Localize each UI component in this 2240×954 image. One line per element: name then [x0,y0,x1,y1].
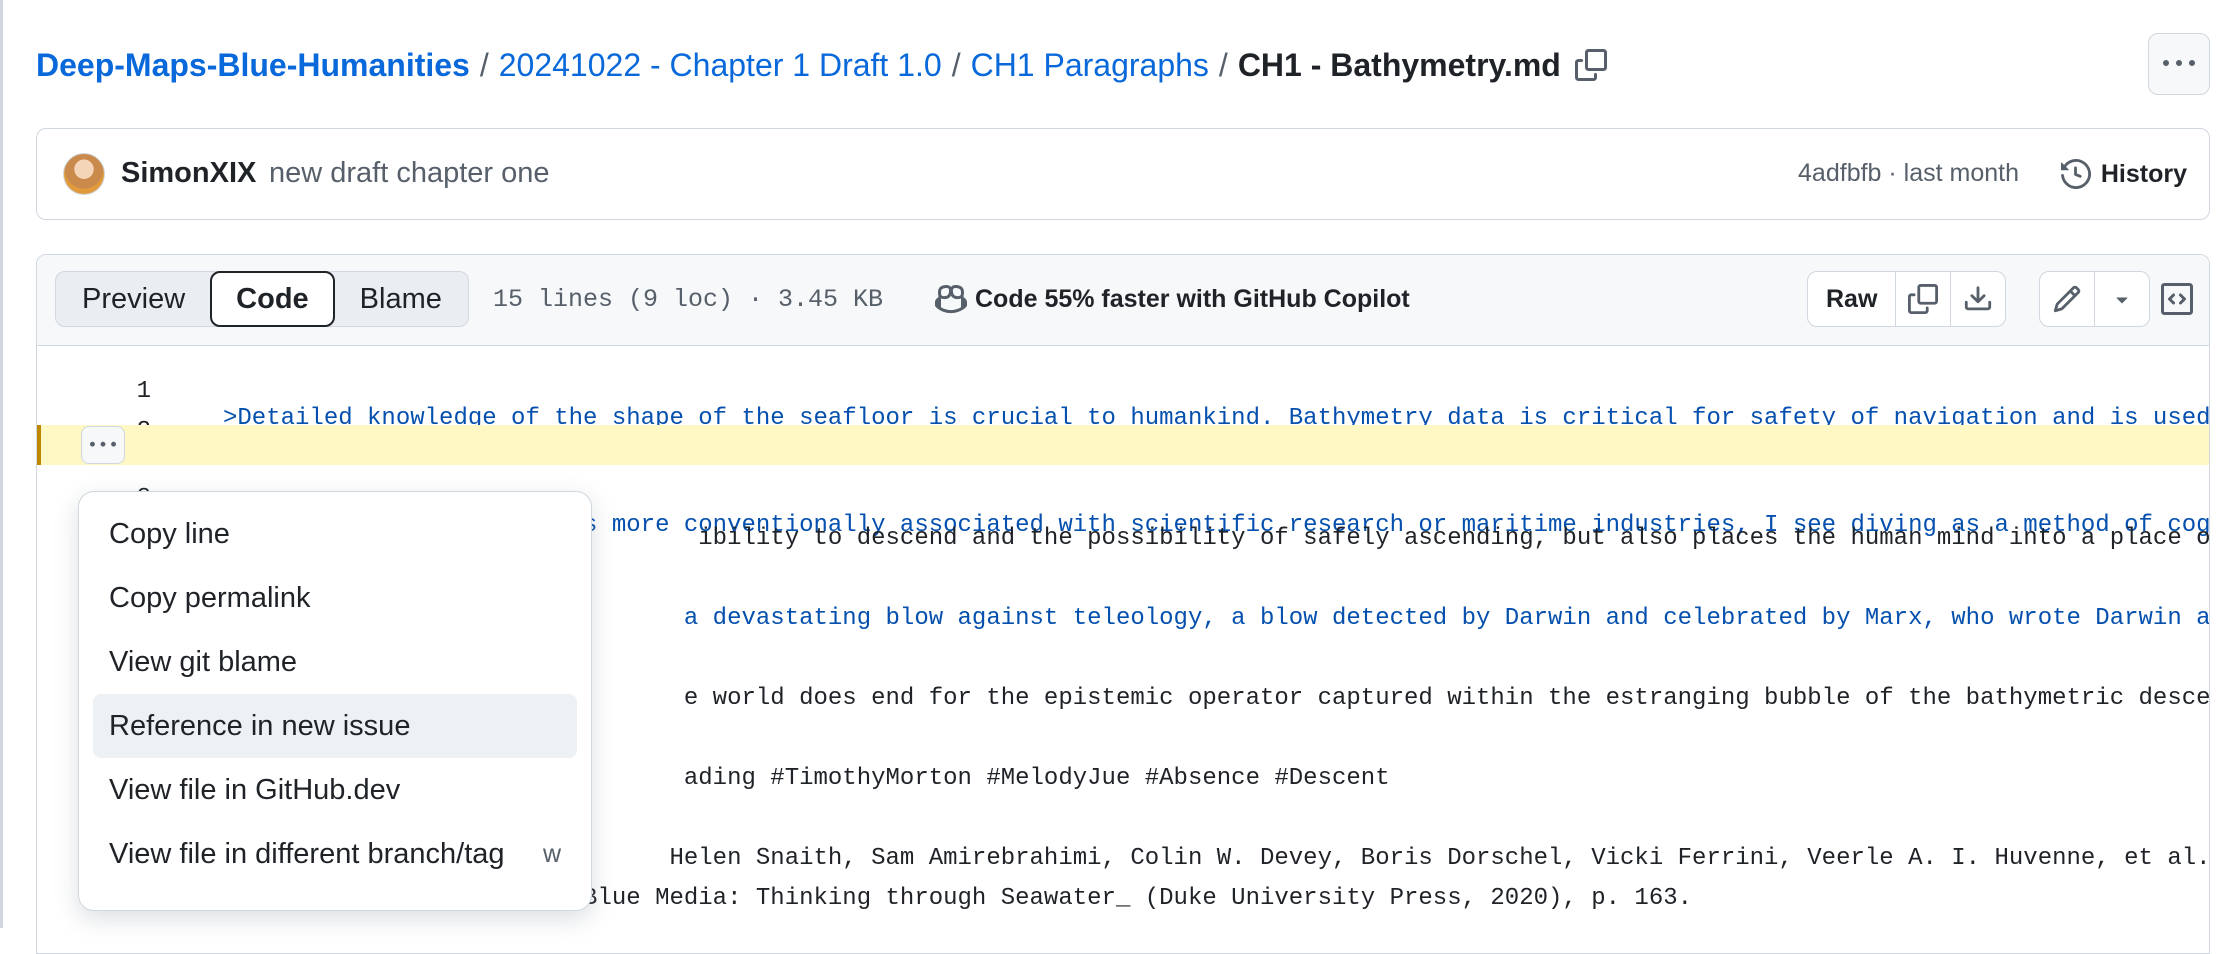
more-options-button[interactable] [2148,33,2210,95]
view-mode-segmented-control: Preview Code Blame [55,271,469,327]
history-label: History [2100,159,2187,188]
file-stats: 15 lines (9 loc) · 3.45 KB [493,285,884,314]
menu-item-label: Reference in new issue [109,709,411,742]
menu-item-reference-in-new-issue[interactable]: Reference in new issue [93,694,577,758]
menu-item-copy-permalink[interactable]: Copy permalink [93,566,577,630]
kebab-horizontal-icon [90,441,116,447]
code-line: 2 [37,385,2209,445]
triangle-down-icon [2116,297,2128,304]
copy-raw-button[interactable] [1896,272,1952,326]
file-header: Preview Code Blame 15 lines (9 loc) · 3.… [37,255,2209,346]
breadcrumb-repo-link[interactable]: Deep-Maps-Blue-Humanities [36,47,470,84]
menu-item-label: View file in different branch/tag [109,837,505,870]
breadcrumb-separator: / [1218,46,1228,83]
commit-message-link[interactable]: new draft chapter one [269,157,550,190]
code-line-highlighted: 3 > Although scuba diving is more conven… [37,425,2209,539]
breadcrumb-folder-paragraphs-link[interactable]: CH1 Paragraphs [971,47,1209,84]
breadcrumb-current-file: CH1 - Bathymetry.md [1237,46,1561,83]
menu-item-view-in-different-branch[interactable]: View file in different branch/tag w [93,822,577,886]
menu-item-label: Copy permalink [109,581,311,614]
breadcrumb-separator: / [951,46,961,83]
line-context-menu: Copy line Copy permalink View git blame … [78,491,592,911]
breadcrumb-folder-chapter-link[interactable]: 20241022 - Chapter 1 Draft 1.0 [499,47,942,84]
window-left-border [0,0,3,928]
copilot-icon [935,284,967,314]
menu-item-view-in-github-dev[interactable]: View file in GitHub.dev [93,758,577,822]
code-square-icon [2161,283,2193,315]
tab-code[interactable]: Code [210,271,335,327]
copy-path-button[interactable] [1573,47,1609,83]
tab-preview[interactable]: Preview [56,272,211,326]
history-icon [2060,159,2091,189]
download-icon [1965,286,1992,311]
menu-item-label: View git blame [109,645,298,678]
breadcrumb: Deep-Maps-Blue-Humanities / 20241022 - C… [36,40,1609,90]
copy-icon [1574,49,1607,81]
avatar[interactable] [63,153,105,195]
kebab-horizontal-icon [2163,60,2195,66]
menu-item-shortcut: w [542,839,561,868]
copilot-promo-link[interactable]: Code 55% faster with GitHub Copilot [935,283,1410,315]
copy-icon [1908,284,1939,314]
raw-actions-group: Raw [1807,271,2007,327]
edit-actions-group [2039,271,2150,327]
menu-item-copy-line[interactable]: Copy line [93,502,577,566]
menu-item-label: Copy line [109,517,230,550]
edit-options-dropdown[interactable] [2095,272,2149,326]
latest-commit-box: SimonXIX new draft chapter one 4adfbfb ·… [36,128,2210,220]
download-raw-button[interactable] [1951,272,2005,326]
copilot-label: Code 55% faster with GitHub Copilot [975,284,1410,313]
line-options-button[interactable] [81,426,125,464]
symbols-panel-button[interactable] [2149,271,2205,327]
history-button[interactable]: History [2060,149,2187,199]
edit-file-button[interactable] [2040,272,2095,326]
tab-blame[interactable]: Blame [334,272,468,326]
commit-sha-and-date[interactable]: 4adfbfb · last month [1798,159,2019,188]
menu-item-view-git-blame[interactable]: View git blame [93,630,577,694]
breadcrumb-separator: / [479,46,489,83]
code-line: 1 >Detailed knowledge of the shape of th… [37,345,2209,432]
pencil-icon [2053,285,2081,313]
menu-item-label: View file in GitHub.dev [109,773,401,806]
commit-author-link[interactable]: SimonXIX [121,157,256,190]
raw-button[interactable]: Raw [1808,272,1897,326]
